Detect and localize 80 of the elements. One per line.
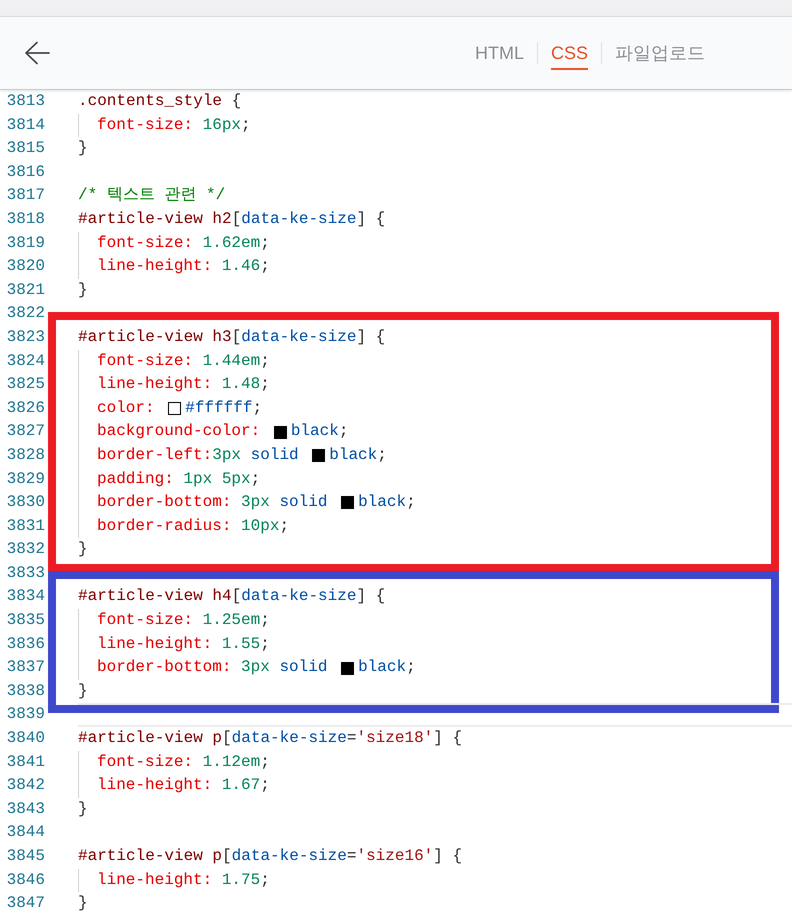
line-number: 3824	[6, 350, 45, 372]
code-text: }	[78, 138, 88, 160]
line-number: 3829	[6, 468, 45, 490]
line-number: 3832	[6, 539, 45, 560]
color-swatch-icon[interactable]	[341, 662, 354, 675]
code-text: black;	[290, 421, 348, 442]
line-number: 3843	[6, 798, 45, 820]
line-number: 3830	[6, 492, 45, 514]
line-number: 3846	[6, 870, 45, 891]
line-number: 3828	[6, 444, 45, 466]
code-text: black;	[329, 444, 387, 466]
line-number: 3819	[6, 232, 45, 254]
code-text: background-color:	[97, 421, 262, 442]
code-text: border-bottom: 3px solid	[97, 492, 328, 514]
line-number: 3836	[6, 634, 45, 655]
code-text: line-height: 1.55;	[97, 634, 270, 655]
code-text: border-radius: 10px;	[97, 516, 290, 537]
line-number: 3837	[6, 657, 45, 678]
code-comment: /* 텍스트 관련 */	[78, 185, 226, 206]
code-text: #ffffff;	[185, 398, 262, 419]
code-text: line-height: 1.67;	[97, 775, 270, 796]
line-number: 3825	[6, 374, 45, 396]
code-text: line-height: 1.46;	[97, 256, 270, 278]
code-text: font-size: 1.62em;	[97, 232, 270, 254]
code-text: }	[78, 539, 88, 560]
color-swatch-icon[interactable]	[341, 496, 354, 510]
line-number: 3835	[6, 610, 45, 632]
code-text: color:	[97, 398, 156, 419]
code-text: line-height: 1.48;	[97, 374, 270, 396]
code-text: .contents_style {	[78, 91, 242, 112]
line-number: 3827	[6, 421, 45, 442]
line-number: 3834	[6, 586, 45, 608]
line-number: 3817	[6, 185, 45, 206]
line-number: 3823	[6, 326, 45, 348]
line-number: 3818	[6, 208, 45, 230]
line-number: 3833	[6, 562, 45, 584]
line-number: 3826	[6, 398, 45, 419]
line-number: 3839	[6, 704, 45, 726]
code-text: }	[78, 680, 88, 702]
color-swatch-icon[interactable]	[312, 449, 326, 462]
line-number: 3838	[6, 680, 45, 702]
code-text: }	[78, 798, 88, 820]
code-text: font-size: 1.44em;	[97, 350, 270, 372]
arrow-left-icon	[24, 41, 50, 65]
line-number: 3844	[6, 822, 45, 844]
code-text: #article-view h4[data-ke-size] {	[78, 586, 386, 608]
code-text: black;	[358, 657, 416, 678]
code-text: #article-view p[data-ke-size='size16'] {	[78, 846, 462, 867]
code-text: #article-view p[data-ke-size='size18'] {	[78, 728, 462, 750]
code-text: border-left:3px solid	[97, 444, 300, 466]
line-number: 3814	[6, 114, 45, 136]
line-number: 3820	[6, 256, 45, 278]
code-text: }	[78, 280, 88, 301]
code-text: #article-view h3[data-ke-size] {	[78, 326, 386, 348]
tab[interactable]: HTML	[474, 36, 524, 70]
line-number: 3821	[6, 280, 45, 301]
code-text: }	[78, 893, 88, 914]
line-number: 3831	[6, 516, 45, 537]
line-number: 3842	[6, 775, 45, 796]
color-swatch-icon[interactable]	[168, 402, 182, 416]
color-swatch-icon[interactable]	[274, 426, 287, 439]
line-number: 3822	[6, 303, 45, 324]
tab[interactable]: CSS	[550, 36, 588, 70]
code-text: #article-view h2[data-ke-size] {	[78, 208, 386, 230]
line-number: 3841	[6, 752, 45, 773]
back-button[interactable]	[24, 41, 50, 65]
code-text: line-height: 1.75;	[97, 870, 270, 891]
line-number: 3813	[6, 91, 45, 112]
code-text: border-bottom: 3px solid	[97, 657, 328, 678]
line-number: 3816	[6, 162, 45, 183]
code-text: font-size: 1.12em;	[97, 752, 270, 773]
code-text: padding: 1px 5px;	[97, 468, 260, 490]
code-text: black;	[358, 492, 416, 514]
line-number: 3847	[6, 893, 45, 914]
tab[interactable]: 파일업로드	[615, 36, 705, 70]
code-text: font-size: 1.25em;	[97, 610, 270, 632]
code-text: font-size: 16px;	[97, 114, 251, 136]
line-number: 3815	[6, 138, 45, 160]
line-number: 3845	[6, 846, 45, 867]
line-number: 3840	[6, 728, 45, 750]
